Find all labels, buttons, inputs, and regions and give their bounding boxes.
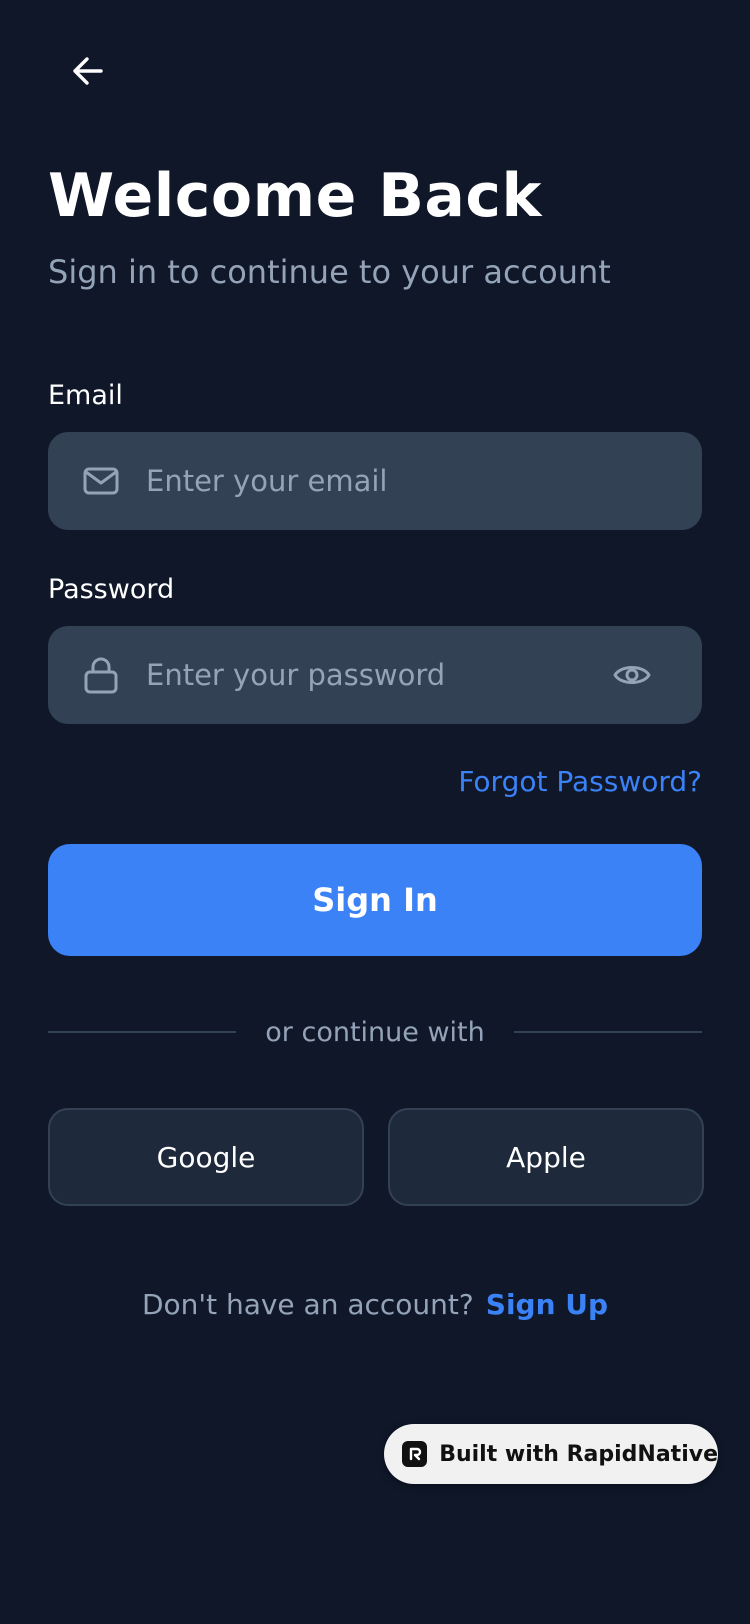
arrow-left-icon [73, 57, 103, 85]
mail-icon [82, 462, 120, 500]
divider-line-right [514, 1031, 702, 1033]
sign-up-link[interactable]: Sign Up [486, 1288, 608, 1321]
apple-button[interactable]: Apple [388, 1108, 704, 1206]
built-with-badge[interactable]: Built with RapidNative [384, 1424, 718, 1484]
back-button[interactable] [62, 46, 112, 96]
divider-text: or continue with [265, 1016, 485, 1048]
google-button[interactable]: Google [48, 1108, 364, 1206]
email-label: Email [48, 380, 123, 411]
forgot-password-link[interactable]: Forgot Password? [458, 762, 702, 802]
page-subtitle: Sign in to continue to your account [48, 253, 611, 291]
page-title: Welcome Back [48, 161, 542, 231]
eye-icon[interactable] [610, 653, 654, 697]
email-input[interactable] [146, 432, 586, 530]
badge-text: Built with RapidNative [439, 1441, 718, 1467]
email-field[interactable] [48, 432, 702, 530]
signup-row: Don't have an account? Sign Up [0, 1285, 750, 1325]
signup-prompt: Don't have an account? [141, 1288, 474, 1321]
password-field[interactable] [48, 626, 702, 724]
password-input[interactable] [146, 626, 586, 724]
password-label: Password [48, 574, 175, 605]
divider: or continue with [48, 1012, 702, 1052]
lock-icon [82, 656, 120, 694]
sign-in-button[interactable]: Sign In [48, 844, 702, 956]
divider-line-left [48, 1031, 236, 1033]
rapidnative-logo-icon [402, 1441, 428, 1467]
